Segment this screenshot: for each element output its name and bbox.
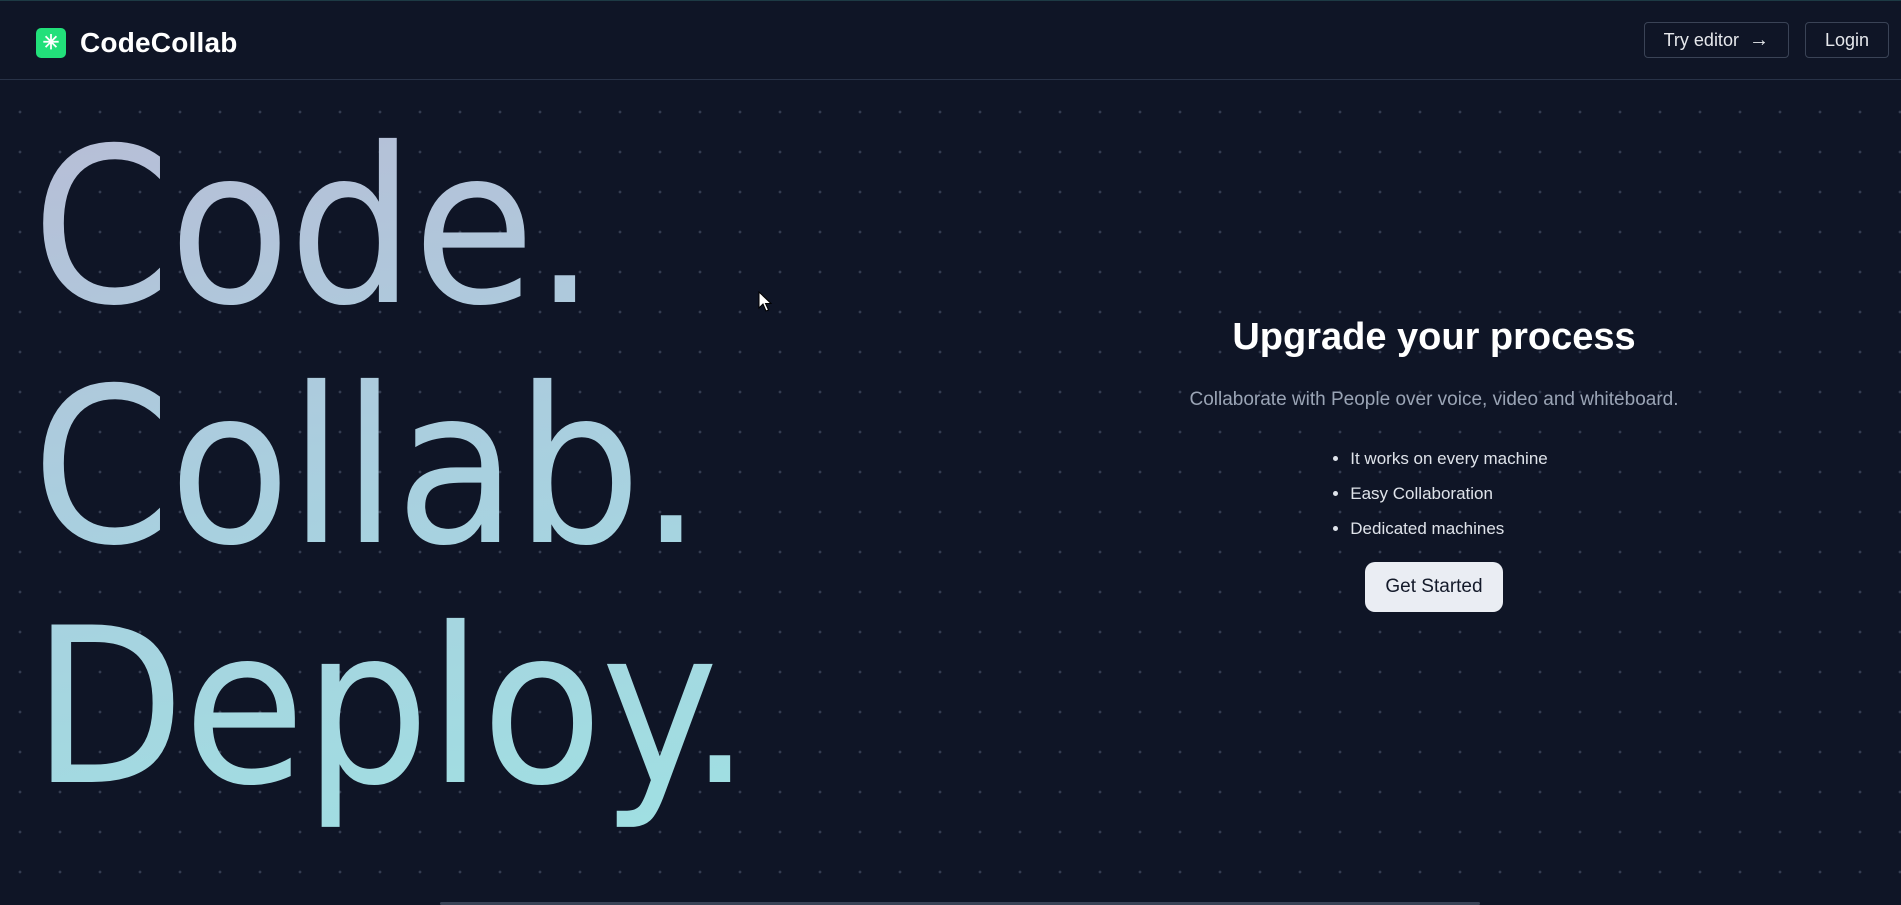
panel-subtitle: Collaborate with People over voice, vide… [1189,389,1679,410]
hero-word-collab: Collab. [32,342,701,593]
top-navbar: ✳ CodeCollab Try editor → Login [0,0,1901,80]
feature-item: It works on every machine [1350,441,1547,476]
mouse-cursor-icon [758,291,772,312]
hero-headline: Code. Collab. Deploy. [32,108,750,828]
brand-name: CodeCollab [80,27,238,58]
arrow-right-icon: → [1748,29,1769,51]
feature-item: Easy Collaboration [1350,476,1547,511]
hero-word-deploy: Deploy. [32,582,750,833]
get-started-button[interactable]: Get Started [1365,562,1503,612]
login-label: Login [1824,29,1869,50]
asterisk-spark-icon: ✳ [36,28,66,58]
feature-list: It works on every machine Easy Collabora… [1320,441,1547,546]
upgrade-panel: Upgrade your process Collaborate with Pe… [1080,310,1788,612]
feature-item: Dedicated machines [1350,511,1547,546]
brand[interactable]: ✳ CodeCollab [36,27,238,59]
nav-actions: Try editor → Login [1643,22,1889,58]
landing-page: ✳ CodeCollab Try editor → Login Code. Co… [0,0,1901,905]
try-editor-label: Try editor [1663,29,1739,50]
panel-title: Upgrade your process [1232,316,1636,358]
cta-wrap: Get Started [1080,562,1788,612]
hero-word-code: Code. [32,102,595,353]
login-button[interactable]: Login [1804,22,1889,58]
try-editor-button[interactable]: Try editor → [1643,22,1789,58]
